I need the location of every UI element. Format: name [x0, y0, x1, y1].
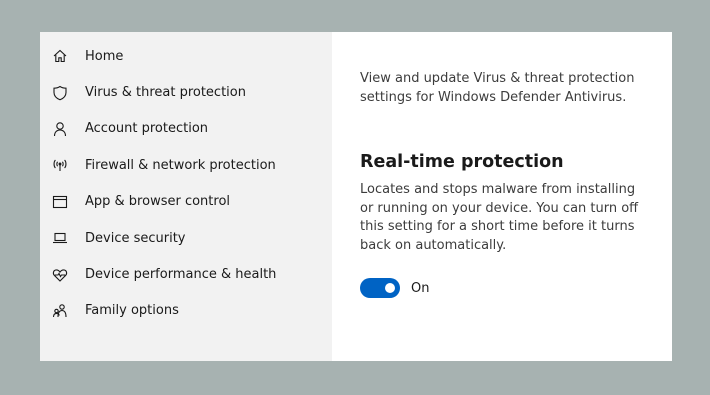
sidebar-item-label: Firewall & network protection — [85, 157, 276, 173]
sidebar-item-label: App & browser control — [85, 194, 231, 210]
sidebar-item-label: Device performance & health — [85, 267, 277, 283]
sidebar-item-device-performance-health[interactable]: Device performance & health — [40, 256, 332, 292]
toggle-knob — [385, 283, 395, 293]
heart-pulse-icon — [51, 266, 69, 284]
sidebar-item-app-browser-control[interactable]: App & browser control — [40, 184, 332, 220]
wifi-signal-icon — [51, 156, 69, 174]
person-icon — [51, 120, 69, 138]
sidebar-item-account-protection[interactable]: Account protection — [40, 111, 332, 147]
real-time-protection-toggle-row: On — [360, 278, 429, 298]
settings-window: Home Virus & threat protection Account p… — [40, 32, 672, 361]
sidebar-nav: Home Virus & threat protection Account p… — [40, 32, 332, 361]
section-title: Real-time protection — [360, 152, 564, 172]
sidebar-item-firewall-network-protection[interactable]: Firewall & network protection — [40, 147, 332, 183]
sidebar-item-label: Virus & threat protection — [85, 85, 246, 101]
sidebar-item-device-security[interactable]: Device security — [40, 220, 332, 256]
sidebar-item-label: Device security — [85, 230, 186, 246]
section-description: Locates and stops malware from installin… — [360, 182, 639, 253]
home-icon — [51, 47, 69, 65]
sidebar-item-label: Home — [85, 48, 124, 64]
main-content: View and update Virus & threat protectio… — [332, 32, 672, 361]
intro-text: View and update Virus & threat protectio… — [360, 71, 635, 105]
sidebar-item-home[interactable]: Home — [40, 38, 332, 74]
browser-window-icon — [51, 193, 69, 211]
sidebar-item-label: Account protection — [85, 121, 209, 137]
laptop-icon — [51, 229, 69, 247]
shield-icon — [51, 84, 69, 102]
real-time-protection-toggle[interactable] — [360, 278, 400, 298]
toggle-state-label: On — [411, 280, 430, 296]
family-icon — [51, 302, 69, 320]
sidebar-item-virus-threat-protection[interactable]: Virus & threat protection — [40, 74, 332, 110]
sidebar-item-family-options[interactable]: Family options — [40, 293, 332, 329]
sidebar-item-label: Family options — [85, 303, 179, 319]
